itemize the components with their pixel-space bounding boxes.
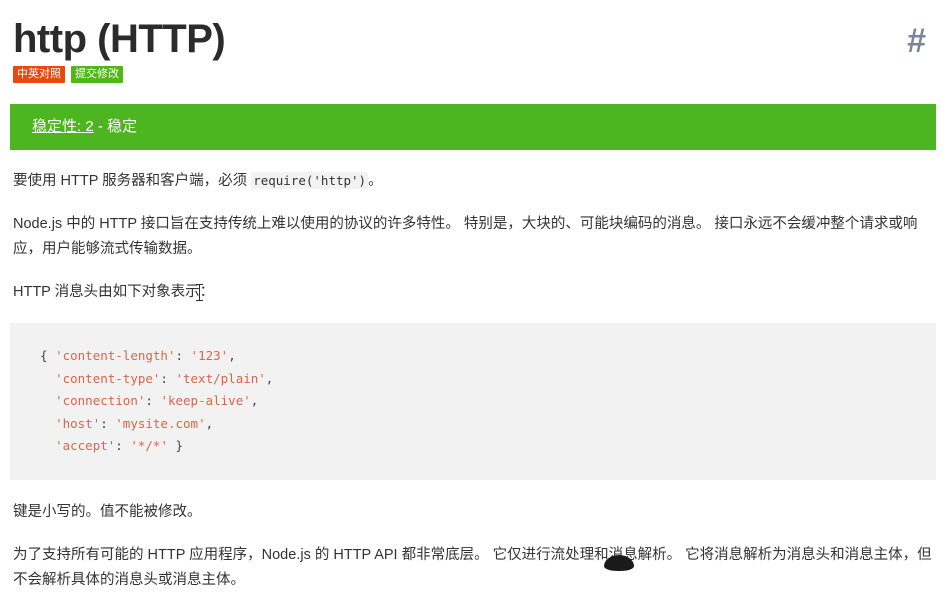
document-page: http (HTTP) # 中英对照 提交修改 稳定性: 2 - 稳定 要使用 … [0,0,949,588]
code-sep-1: : [160,370,176,386]
paragraph-require: 要使用 HTTP 服务器和客户端，必须 require('http')。 [13,168,936,194]
code-value-content-type: 'text/plain' [175,370,266,386]
code-value-accept: '*/*' [130,438,168,453]
code-key-connection: 'connection' [55,393,146,408]
code-sep-3: : [100,415,116,431]
code-value-host: 'mysite.com' [115,415,206,431]
code-key-content-length: 'content-length' [55,348,176,363]
document-body: 要使用 HTTP 服务器和客户端，必须 require('http')。 Nod… [10,168,936,593]
stability-text: 稳定性: 2 - 稳定 [32,117,137,137]
paragraph-keys-lowercase: 键是小写的。值不能被修改。 [13,503,202,520]
code-key-accept: 'accept' [55,438,116,453]
page-title: http (HTTP) [13,17,226,61]
code-brace-close: } [167,438,184,453]
code-sep-4: : [115,438,131,453]
paragraph-require-suffix: 。 [368,173,383,189]
paragraph-require-prefix: 要使用 HTTP 服务器和客户端，必须 [13,173,252,189]
code-tail-3: , [205,415,214,431]
inline-code-require: require('http') [251,172,369,189]
code-value-connection: 'keep-alive' [160,393,251,408]
badge-submit-edit[interactable]: 提交修改 [71,66,123,83]
heading-anchor-link[interactable]: # [907,22,926,60]
badge-group: 中英对照 提交修改 [13,66,936,83]
code-indent-3 [40,416,55,431]
paragraph-headers-intro: HTTP 消息头由如下对象表示： [13,284,215,300]
document-header: http (HTTP) # 中英对照 提交修改 [13,0,936,84]
paragraph-http-interface: Node.js 中的 HTTP 接口旨在支持传统上难以使用的协议的许多特性。 特… [13,216,918,257]
code-block-content: { 'content-length': '123', 'content-type… [40,345,936,458]
code-sep-0: : [175,348,191,363]
stability-link[interactable]: 稳定性: 2 [32,118,94,135]
code-indent-1 [40,371,55,386]
badge-bilingual[interactable]: 中英对照 [13,66,65,83]
code-sep-2: : [145,393,161,408]
code-value-content-length: '123' [190,348,229,363]
code-indent-4 [40,438,55,453]
code-key-content-type: 'content-type' [55,370,161,386]
code-key-host: 'host' [55,415,101,431]
stability-banner: 稳定性: 2 - 稳定 [10,104,936,150]
code-indent-2 [40,393,55,408]
code-block-headers: { 'content-length': '123', 'content-type… [10,323,936,480]
code-tail-2: , [250,393,259,408]
code-tail-0: , [228,348,236,363]
code-tail-1: , [265,370,274,386]
stability-suffix: - 稳定 [93,118,138,135]
code-brace-open: { [40,348,56,363]
